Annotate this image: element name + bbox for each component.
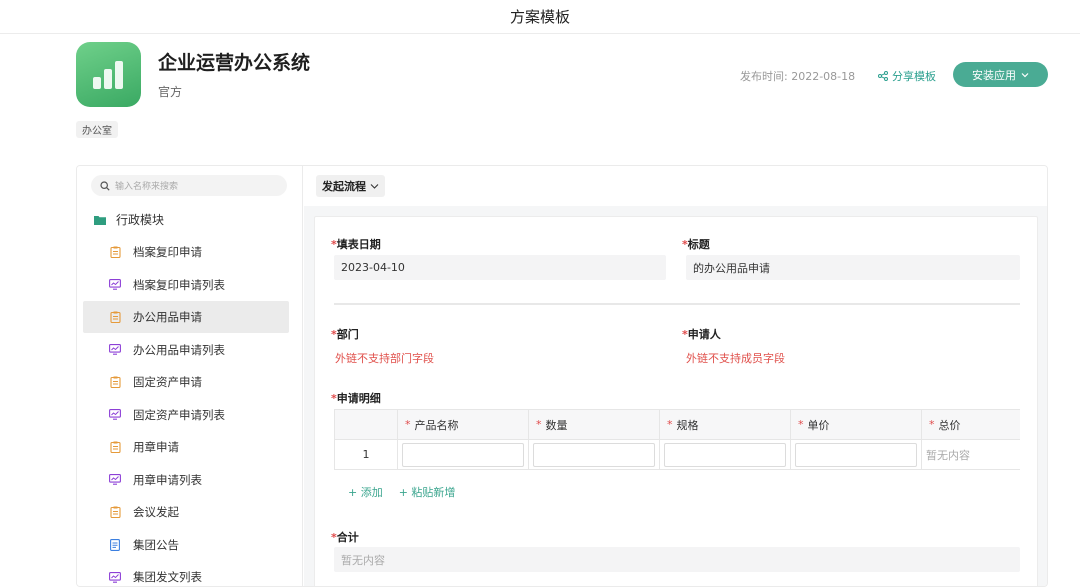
window-title-bar: 方案模板 [0, 0, 1080, 34]
sidebar-item[interactable]: 档案复印申请列表 [83, 269, 289, 301]
folder-label: 行政模块 [116, 213, 165, 227]
share-label: 分享模板 [892, 70, 936, 83]
unit-price-input[interactable] [795, 442, 917, 467]
sum-label: *合计 [331, 531, 359, 544]
index-header [334, 410, 398, 439]
column-header: * 规格 [660, 410, 791, 439]
publish-date: 发布时间: 2022-08-18 [740, 70, 856, 83]
title-label: *标题 [682, 238, 710, 251]
search-icon [100, 180, 110, 191]
column-header: * 数量 [529, 410, 660, 439]
row-index: 1 [334, 440, 398, 469]
list-view-icon [109, 474, 121, 486]
sidebar-item[interactable]: 集团发文列表 [83, 561, 289, 586]
list-view-icon [109, 409, 121, 421]
start-flow-button[interactable]: 发起流程 [316, 175, 385, 197]
category-tag: 办公室 [76, 121, 118, 138]
form-icon [109, 376, 121, 388]
spec-input[interactable] [664, 442, 786, 467]
form-icon [109, 506, 121, 518]
detail-table: * 产品名称 * 数量 * 规格 * 单价 * 总价 1 暂无内容 [334, 409, 1020, 470]
app-header: 企业运营办公系统 官方 发布时间: 2022-08-18 分享模板 安装应用 [76, 42, 1048, 108]
sum-field: 暂无内容 [334, 547, 1020, 572]
bar-chart-icon [76, 42, 141, 107]
sidebar: 输入名称来搜索 行政模块 档案复印申请档案复印申请列表 办公用品申请办公用品申请列… [77, 166, 303, 586]
flow-label: 发起流程 [322, 180, 366, 193]
department-warning: 外链不支持部门字段 [335, 352, 434, 365]
sidebar-item[interactable]: 固定资产申请 [83, 366, 289, 398]
table-actions: + 添加 + 粘贴新增 [348, 484, 455, 500]
form-icon [109, 441, 121, 453]
cell [529, 440, 660, 469]
sidebar-folder[interactable]: 行政模块 [94, 211, 164, 228]
sidebar-item[interactable]: 集团公告 [83, 529, 289, 561]
sidebar-item-label: 用章申请列表 [133, 472, 202, 487]
table-row: 1 暂无内容 [334, 440, 1020, 470]
page-title: 方案模板 [509, 8, 570, 26]
doc-icon [109, 538, 121, 551]
sidebar-item[interactable]: 档案复印申请 [83, 236, 289, 268]
section-divider [334, 303, 1020, 305]
sidebar-item[interactable]: 办公用品申请 [83, 301, 289, 333]
quantity-input[interactable] [533, 442, 655, 467]
sidebar-item-label: 办公用品申请 [133, 310, 202, 324]
list-view-icon [109, 571, 121, 583]
app-subtitle: 官方 [158, 85, 183, 99]
cell [660, 440, 791, 469]
chevron-down-icon [370, 184, 379, 189]
sidebar-item-label: 固定资产申请列表 [133, 407, 225, 422]
share-icon [878, 71, 888, 81]
applicant-label: *申请人 [682, 328, 721, 341]
sidebar-item[interactable]: 会议发起 [83, 496, 289, 528]
form-icon [109, 311, 121, 323]
product-name-input[interactable] [402, 442, 524, 467]
form-icon [109, 246, 121, 258]
share-template-link[interactable]: 分享模板 [878, 68, 936, 84]
toolbar: 发起流程 [304, 166, 1047, 206]
search-placeholder: 输入名称来搜索 [115, 182, 179, 192]
column-header: * 总价 [922, 410, 1020, 439]
title-field[interactable]: 的办公用品申请 [686, 255, 1020, 280]
app-name: 企业运营办公系统 [158, 52, 311, 74]
sidebar-item-label: 集团发文列表 [133, 570, 202, 584]
department-label: *部门 [331, 328, 359, 341]
install-app-button[interactable]: 安装应用 [953, 62, 1048, 87]
application-form: *填表日期 2023-04-10 *标题 的办公用品申请 *部门 外链不支持部门… [314, 216, 1038, 586]
column-header: * 单价 [791, 410, 922, 439]
table-header-row: * 产品名称 * 数量 * 规格 * 单价 * 总价 [334, 410, 1020, 440]
install-label: 安装应用 [972, 68, 1016, 82]
sidebar-item-label: 用章申请 [133, 440, 179, 454]
sidebar-item[interactable]: 办公用品申请列表 [83, 334, 289, 366]
date-label: *填表日期 [331, 238, 381, 251]
column-header: * 产品名称 [398, 410, 529, 439]
date-field[interactable]: 2023-04-10 [334, 255, 666, 280]
sidebar-item-label: 会议发起 [133, 505, 179, 519]
add-row-button[interactable]: + 添加 [348, 484, 383, 500]
sidebar-item-label: 档案复印申请列表 [133, 277, 225, 292]
sidebar-item[interactable]: 固定资产申请列表 [83, 399, 289, 431]
list-view-icon [109, 344, 121, 356]
folder-icon [94, 215, 106, 225]
sidebar-item-label: 办公用品申请列表 [133, 342, 225, 357]
sidebar-item-label: 集团公告 [133, 537, 179, 552]
sidebar-item[interactable]: 用章申请 [83, 431, 289, 463]
template-preview-panel: 输入名称来搜索 行政模块 档案复印申请档案复印申请列表 办公用品申请办公用品申请列… [76, 165, 1048, 587]
detail-label: *申请明细 [331, 392, 381, 405]
sidebar-item[interactable]: 用章申请列表 [83, 464, 289, 496]
search-input[interactable]: 输入名称来搜索 [91, 175, 287, 196]
cell [398, 440, 529, 469]
total-price-cell: 暂无内容 [926, 448, 970, 462]
paste-add-button[interactable]: + 粘贴新增 [399, 484, 456, 500]
sidebar-item-label: 固定资产申请 [133, 375, 202, 389]
main-content: 发起流程 *填表日期 2023-04-10 *标题 的办公用品申请 *部门 外链… [304, 166, 1047, 586]
list-view-icon [109, 279, 121, 291]
applicant-warning: 外链不支持成员字段 [686, 352, 785, 365]
sidebar-item-label: 档案复印申请 [133, 245, 202, 259]
cell [791, 440, 922, 469]
chevron-down-icon [1021, 72, 1029, 77]
